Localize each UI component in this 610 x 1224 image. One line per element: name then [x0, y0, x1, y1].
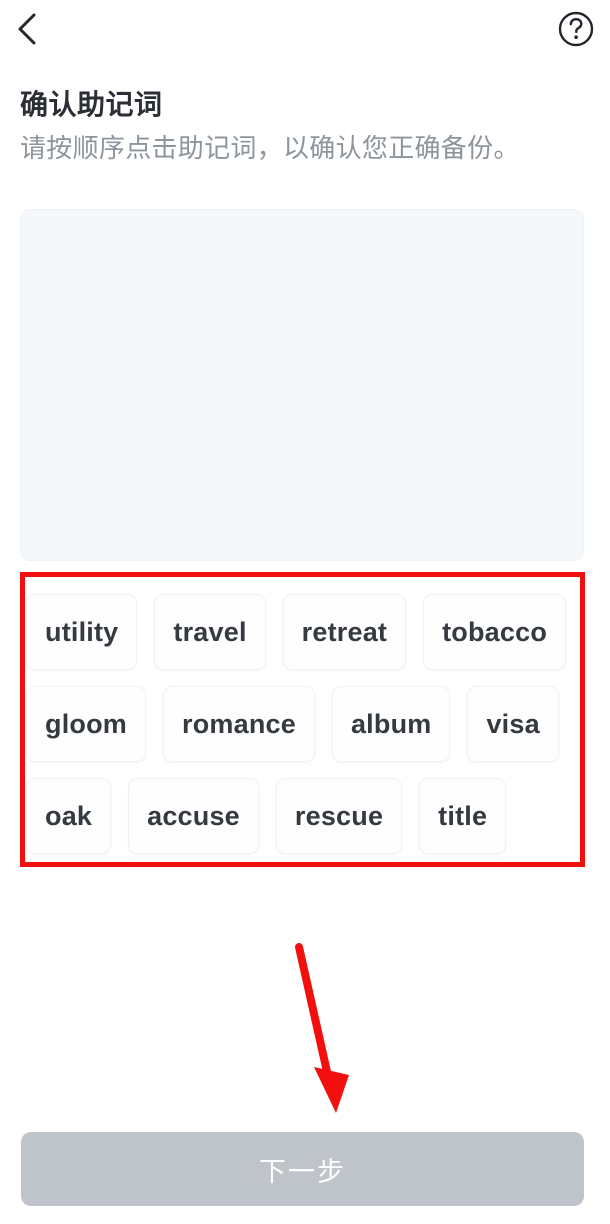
question-circle-icon: [557, 10, 595, 48]
page-subtitle: 请按顺序点击助记词，以确认您正确备份。: [20, 133, 520, 163]
help-button[interactable]: [554, 7, 598, 51]
top-bar: [0, 0, 610, 62]
selected-words-panel[interactable]: [20, 209, 584, 561]
page-title: 确认助记词: [20, 89, 163, 120]
selected-words-list: [21, 210, 583, 560]
annotation-arrow: [270, 935, 380, 1125]
next-button[interactable]: 下一步: [21, 1132, 584, 1206]
chevron-left-icon: [14, 12, 40, 46]
word-bank-highlight-annotation: [20, 572, 585, 867]
back-button[interactable]: [2, 4, 52, 54]
